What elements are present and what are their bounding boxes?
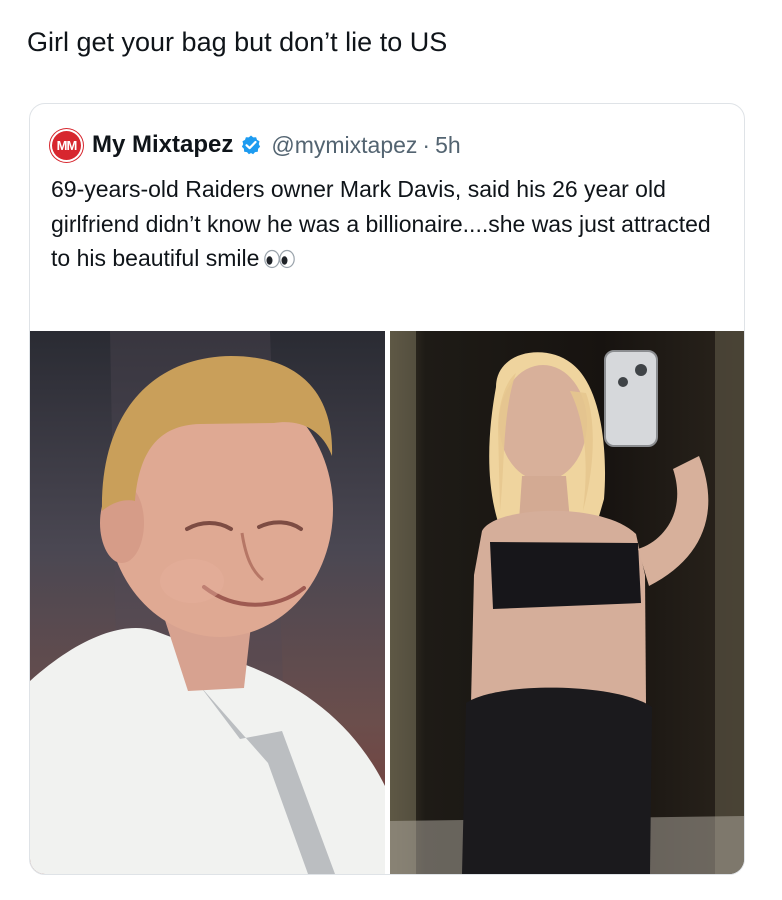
display-name[interactable]: My Mixtapez (92, 131, 233, 159)
separator-dot: · (422, 131, 431, 158)
older-man-photo[interactable] (30, 331, 385, 874)
verified-badge-icon (240, 134, 262, 156)
quoted-post-card[interactable]: MM My Mixtapez @mymixtapez · 5h 69-years… (29, 103, 745, 875)
quoted-post-header: MM My Mixtapez @mymixtapez · 5h (50, 128, 461, 162)
post-media[interactable] (30, 331, 744, 874)
quoted-post-text: 69-years-old Raiders owner Mark Davis, s… (51, 172, 721, 276)
post-time[interactable]: 5h (435, 132, 461, 159)
post-caption: Girl get your bag but don’t lie to US (27, 27, 448, 57)
quoted-post-body: 69-years-old Raiders owner Mark Davis, s… (51, 176, 711, 271)
user-handle[interactable]: @mymixtapez (271, 132, 417, 159)
eyes-emoji-icon (263, 244, 297, 269)
avatar-initials: MM (56, 137, 78, 153)
mirror-selfie-photo[interactable] (390, 331, 744, 874)
avatar[interactable]: MM (50, 128, 83, 162)
